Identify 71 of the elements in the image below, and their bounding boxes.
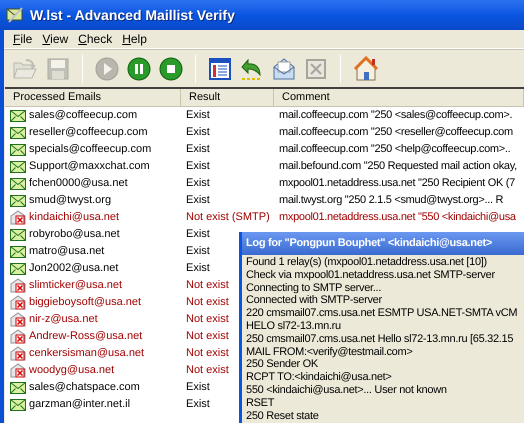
log-line: MAIL FROM:<verify@testmail.com> [246,346,412,358]
log-line: Found 1 relay(s) (mxpool01.netaddress.usa.net [10]) [246,256,487,269]
email-cell-text: cenkersisman@usa.net [29,346,144,362]
comment-cell-text: mail.twyst.org "250 2.1.5 <smud@twyst.org>... R [278,193,504,208]
window-title: W.lst - Advanced Maillist Verify [30,6,235,25]
email-cell-text: slimticker@usa.net [29,278,122,294]
email-cell-text: garzman@inter.net.il [29,397,130,412]
result-cell: Not exist (SMTP) [186,211,270,224]
column-header[interactable]: Result [181,89,274,106]
result-cell: Not exist [186,279,229,292]
result-cell: Not exist [186,347,229,360]
log-line: Check via mxpool01.netaddress.usa.net SMTP-server [246,268,495,282]
result-cell: Exist [186,143,210,156]
column-header[interactable]: Processed Emails [5,89,181,106]
email-cell-text: Support@maxxchat.com [29,159,150,174]
comment-cell-text: mail.coffeecup.com "250 <help@coffeecup.com>.. [278,142,510,158]
email-cell-text: kindaichi@usa.net [29,210,120,226]
result-cell: Exist [186,126,210,138]
column-header[interactable]: Comment [274,89,524,106]
result-cell: Exist [186,109,210,122]
open-envelope-icon[interactable] [272,56,296,80]
email-cell-text: matro@usa.net [29,244,104,260]
log-line: HELO sl72-13.mn.ru [246,320,341,333]
result-cell: Not exist [186,313,229,326]
comment-cell-text: mail.coffeecup.com "250 <reseller@coffeecup.com [278,125,513,140]
log-line: 550 <kindaichi@usa.net>... User not known [246,384,447,397]
log-line: 220 cmsmail07.cms.usa.net ESMTP USA.NET-SMTA vCM [246,307,518,320]
list-window-icon[interactable] [208,56,232,80]
email-cell-text: nir-z@usa.net [29,312,98,328]
menu-item[interactable]: Check [73,30,118,48]
comment-cell-text: mxpool01.netaddress.usa.net "250 Recipient OK (7 [278,176,515,192]
menu-item[interactable]: File [8,30,38,48]
result-cell: Exist [186,228,210,240]
email-cell-text: smud@twyst.org [29,193,112,208]
email-cell-text: Andrew-Ross@usa.net [29,329,142,344]
result-cell: Exist [186,194,210,206]
pause-icon[interactable] [127,56,151,80]
email-cell-text: sales@coffeecup.com [29,108,138,124]
menu-item[interactable]: Help [117,30,152,48]
result-cell: Exist [186,177,210,190]
comment-cell-text: mail.befound.com "250 Requested mail action okay, [278,159,517,174]
result-cell: Exist [186,245,210,258]
stop-icon[interactable] [159,56,183,80]
email-cell-text: reseller@coffeecup.com [29,125,148,140]
comment-cell-text: mail.coffeecup.com "250 <sales@coffeecup.com>. [278,108,512,124]
email-cell-text: Jon2002@usa.net [29,261,118,276]
result-cell: Exist [186,160,210,172]
log-line: 250 cmsmail07.cms.usa.net Hello sl72-13.mn.ru [65.32.15 [246,332,514,346]
menu-item[interactable]: View [37,30,74,48]
log-title: Log for "Pongpun Bouphet" <kindaichi@usa.net> [246,236,492,252]
log-line: RSET [246,396,274,410]
email-cell-text: sales@chatspace.com [29,380,140,396]
app-icon [6,7,24,23]
email-cell-text: robyrobo@usa.net [29,227,120,242]
log-line: RCPT TO:<kindaichi@usa.net> [246,371,392,384]
result-cell: Not exist [186,296,229,308]
log-line: Connecting to SMTP server... [246,282,382,294]
home-icon[interactable] [353,56,379,82]
log-line: 250 Reset state [246,410,319,422]
result-cell: Not exist [186,364,229,376]
log-line: Connected with SMTP-server [246,294,382,308]
email-cell-text: woodyg@usa.net [29,363,114,378]
email-cell-text: fchen0000@usa.net [29,176,128,192]
log-line: 250 Sender OK [246,358,318,372]
comment-cell-text: mxpool01.netaddress.usa.net "550 <kindaichi@usa [278,210,516,226]
result-cell: Exist [186,262,210,274]
result-cell: Not exist [186,330,229,342]
email-cell-text: biggieboysoft@usa.net [29,295,142,310]
result-cell: Exist [186,398,210,410]
result-cell: Exist [186,381,210,394]
email-cell-text: specials@coffeecup.com [29,142,152,158]
